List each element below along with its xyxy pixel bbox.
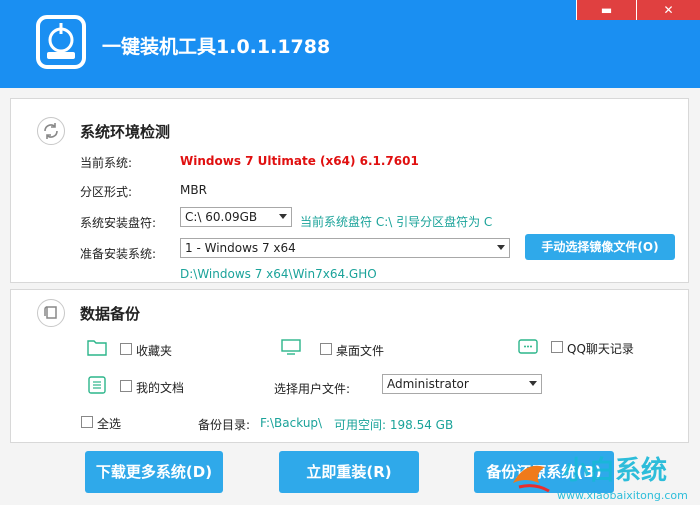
target-system-value: 1 - Windows 7 x64 [185,241,296,255]
document-icon [88,376,106,394]
select-user-label: 选择用户文件: [274,382,351,396]
my-documents-label: 我的文档 [136,381,185,395]
desktop-files-label: 桌面文件 [336,344,385,358]
svg-text:小白系统: 小白系统 [563,455,667,486]
image-path: D:\Windows 7 x64\Win7x64.GHO [180,267,377,281]
select-all-label: 全选 [97,417,122,431]
current-system-label: 当前系统: [80,156,133,170]
target-system-select[interactable]: 1 - Windows 7 x64 [180,238,510,258]
user-value: Administrator [387,377,469,391]
backup-section-title: 数据备份 [80,305,141,323]
env-check-panel: 系统环境检测 当前系统: Windows 7 Ultimate (x64) 6.… [10,98,689,283]
download-more-button[interactable]: 下载更多系统(D) [85,451,223,493]
qq-records-checkbox[interactable] [551,341,563,353]
my-documents-checkbox[interactable] [120,380,132,392]
favorites-label: 收藏夹 [136,344,173,358]
refresh-icon [37,117,65,145]
folder-icon [87,340,107,356]
select-all-checkbox[interactable] [81,416,93,428]
install-drive-note: 当前系统盘符 C:\ 引导分区盘符为 C [300,215,493,229]
app-logo-icon [36,15,86,69]
qq-records-label: QQ聊天记录 [567,342,634,356]
main-content: 系统环境检测 当前系统: Windows 7 Ultimate (x64) 6.… [0,88,700,505]
backup-dir-label: 备份目录: [198,418,251,432]
install-drive-select[interactable]: C:\ 60.09GB [180,207,292,227]
backup-panel: 数据备份 收藏夹 桌面文件 QQ聊天记录 我的文档 选择用户文件: Admini… [10,289,689,443]
install-drive-value: C:\ 60.09GB [185,210,258,224]
user-select[interactable]: Administrator [382,374,542,394]
close-button[interactable]: ✕ [636,0,700,20]
backup-dir-value: F:\Backup\ [260,416,323,430]
app-title: 一键装机工具1.0.1.1788 [102,36,331,58]
brand-watermark: 小白系统 www.xiaobaixitong.com [513,455,688,502]
copy-icon [37,299,65,327]
chevron-down-icon [529,381,537,386]
partition-label: 分区形式: [80,185,133,199]
free-space: 可用空间: 198.54 GB [334,418,454,432]
chevron-down-icon [497,245,505,250]
partition-value: MBR [180,183,207,197]
target-system-label: 准备安装系统: [80,247,157,261]
monitor-icon [281,339,301,355]
svg-text:www.xiaobaixitong.com: www.xiaobaixitong.com [557,489,688,502]
chevron-down-icon [279,214,287,219]
current-system-value: Windows 7 Ultimate (x64) 6.1.7601 [180,154,419,168]
manual-select-image-button[interactable]: 手动选择镜像文件(O) [525,234,675,260]
chat-icon [518,339,538,354]
desktop-files-checkbox[interactable] [320,343,332,355]
favorites-checkbox[interactable] [120,343,132,355]
minimize-button[interactable]: ▬ [576,0,636,20]
reinstall-now-button[interactable]: 立即重装(R) [279,451,419,493]
install-drive-label: 系统安装盘符: [80,216,157,230]
title-bar: 一键装机工具1.0.1.1788 ▬ ✕ [0,0,700,88]
env-section-title: 系统环境检测 [80,123,171,141]
